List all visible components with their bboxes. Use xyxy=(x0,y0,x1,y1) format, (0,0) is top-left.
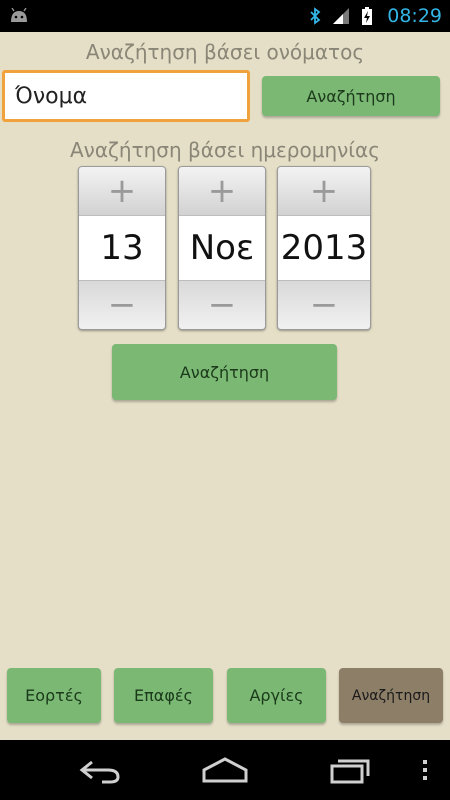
home-icon[interactable] xyxy=(200,756,250,784)
month-increment-button[interactable]: + xyxy=(179,167,265,215)
day-decrement-button[interactable]: − xyxy=(79,281,165,329)
status-icons: 08:29 xyxy=(305,4,442,28)
tab-search[interactable]: Αναζήτηση xyxy=(339,668,443,723)
year-decrement-button[interactable]: − xyxy=(278,281,370,329)
bluetooth-icon xyxy=(310,7,321,25)
year-value[interactable]: 2013 xyxy=(278,215,370,281)
navigation-bar xyxy=(0,740,450,800)
battery-charging-icon xyxy=(362,7,373,25)
status-bar: 08:29 xyxy=(0,0,450,32)
month-value[interactable]: Νοε xyxy=(179,215,265,281)
tab-holidays[interactable]: Εορτές xyxy=(7,668,101,723)
year-picker: + 2013 − xyxy=(277,166,371,330)
date-search-title: Αναζήτηση βάσει ημερομηνίας xyxy=(70,138,380,162)
name-search-title: Αναζήτηση βάσει ονόματος xyxy=(85,40,365,64)
signal-icon xyxy=(333,8,350,24)
android-icon xyxy=(11,8,27,22)
month-decrement-button[interactable]: − xyxy=(179,281,265,329)
status-time: 08:29 xyxy=(387,5,442,27)
tab-contacts[interactable]: Επαφές xyxy=(114,668,213,723)
tab-public-holidays[interactable]: Αργίες xyxy=(227,668,326,723)
day-value[interactable]: 13 xyxy=(79,215,165,281)
day-increment-button[interactable]: + xyxy=(79,167,165,215)
back-icon[interactable] xyxy=(78,756,122,784)
menu-icon[interactable] xyxy=(420,756,430,784)
name-search-button[interactable]: Αναζήτηση xyxy=(262,76,440,116)
date-search-button[interactable]: Αναζήτηση xyxy=(112,344,337,400)
day-picker: + 13 − xyxy=(78,166,166,330)
month-picker: + Νοε − xyxy=(178,166,266,330)
name-search-input[interactable] xyxy=(2,70,250,122)
recent-apps-icon[interactable] xyxy=(328,756,372,784)
year-increment-button[interactable]: + xyxy=(278,167,370,215)
